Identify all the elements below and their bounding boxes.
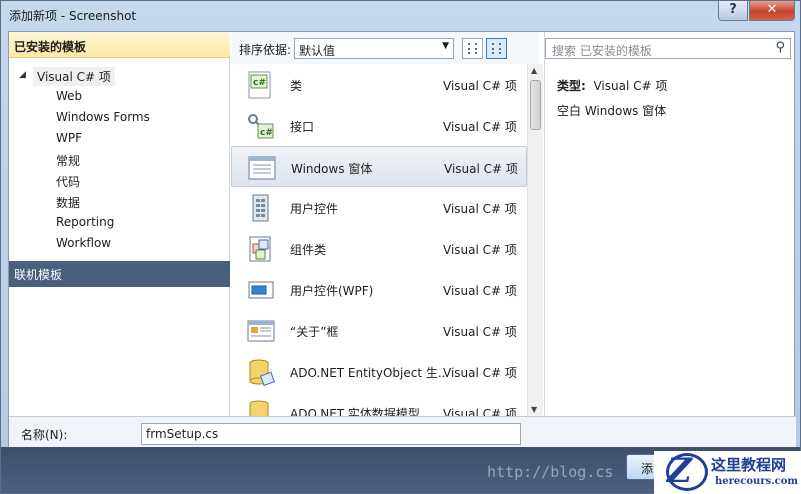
sort-dropdown[interactable]: 默认值 ▼ — [294, 38, 454, 59]
scroll-up-icon[interactable]: ▲ — [531, 66, 537, 75]
name-row: 名称(N): frmSetup.cs — [9, 416, 796, 448]
installed-templates-header[interactable]: 已安装的模板 — [9, 32, 230, 58]
window-title: 添加新项 - Screenshot — [9, 9, 137, 23]
template-name: Windows 窗体 — [291, 162, 373, 176]
template-type: Visual C# 项 — [443, 243, 517, 257]
sort-toolbar: 排序依据: 默认值 ▼ — [231, 32, 539, 64]
template-row[interactable]: 用户控件 Visual C# 项 — [231, 187, 527, 228]
details-view-icon — [492, 43, 501, 54]
wpf-user-control-icon — [248, 281, 274, 299]
logo-letter: Z — [667, 451, 692, 491]
template-name: 类 — [290, 79, 303, 93]
template-name: “关于”框 — [290, 325, 339, 339]
template-row[interactable]: 用户控件(WPF) Visual C# 项 — [231, 269, 527, 310]
category-tree: ◢ Visual C# 项 Web Windows Forms WPF 常规 代… — [9, 65, 230, 254]
svg-text:c#: c# — [260, 128, 273, 138]
dialog-client-area: 已安装的模板 ◢ Visual C# 项 Web Windows Forms W… — [8, 31, 796, 448]
scroll-down-icon[interactable]: ▼ — [531, 405, 537, 414]
template-row[interactable]: c# 接口 Visual C# 项 — [231, 105, 527, 146]
template-type-line: 类型: Visual C# 项 — [557, 74, 667, 99]
tree-item-reporting[interactable]: Reporting — [9, 212, 230, 233]
search-placeholder: 搜索 已安装的模板 — [552, 44, 652, 58]
name-label: 名称(N): — [21, 428, 68, 442]
template-row[interactable]: ADO.NET 实体数据模型 Visual C# 项 — [231, 392, 527, 416]
template-info: 类型: Visual C# 项 空白 Windows 窗体 — [557, 74, 667, 124]
medium-icons-view-button[interactable] — [486, 38, 507, 59]
about-box-icon — [247, 320, 275, 342]
template-row-selected[interactable]: Windows 窗体 Visual C# 项 — [231, 146, 527, 187]
tree-item-wpf[interactable]: WPF — [9, 128, 230, 149]
template-name: 接口 — [290, 120, 315, 134]
template-row[interactable]: “关于”框 Visual C# 项 — [231, 310, 527, 351]
template-type: Visual C# 项 — [443, 407, 517, 416]
template-list-scrollbar[interactable]: ▲ ▼ — [527, 64, 543, 416]
template-type: Visual C# 项 — [443, 325, 517, 339]
name-input[interactable]: frmSetup.cs — [141, 423, 521, 445]
help-button[interactable]: ? — [718, 1, 748, 21]
template-name: 用户控件 — [290, 202, 339, 216]
sort-label: 排序依据: — [239, 43, 292, 57]
watermark-logo: Z 这里教程网 herecours.com — [654, 451, 801, 494]
interface-icon: c# — [248, 114, 274, 139]
entity-object-icon — [249, 359, 275, 387]
template-row[interactable]: 组件类 Visual C# 项 — [231, 228, 527, 269]
template-name: ADO.NET EntityObject 生... — [290, 366, 445, 380]
logo-title: 这里教程网 — [711, 456, 787, 474]
template-name: 组件类 — [290, 243, 327, 257]
type-label: 类型: — [557, 79, 586, 93]
type-value: Visual C# 项 — [593, 79, 668, 93]
chevron-down-icon: ▼ — [442, 41, 449, 51]
close-button[interactable]: ✕ — [749, 1, 795, 21]
template-type: Visual C# 项 — [443, 366, 517, 380]
template-description: 空白 Windows 窗体 — [557, 104, 667, 118]
tree-item-workflow[interactable]: Workflow — [9, 233, 230, 254]
dialog-window: 添加新项 - Screenshot ? ✕ 已安装的模板 ◢ Visual C#… — [0, 0, 801, 494]
watermark-url: http://blog.cs — [487, 463, 614, 481]
component-class-icon — [249, 236, 271, 262]
template-type: Visual C# 项 — [443, 120, 517, 134]
template-name: ADO.NET 实体数据模型 — [290, 407, 420, 416]
template-name: 用户控件(WPF) — [290, 284, 374, 298]
tree-item-data[interactable]: 数据 — [9, 191, 230, 212]
search-input[interactable]: 搜索 已安装的模板 ⚲ — [545, 38, 791, 59]
tree-item-windows-forms[interactable]: Windows Forms — [9, 107, 230, 128]
class-icon: c# — [248, 71, 271, 99]
list-view-icon — [468, 43, 477, 54]
scrollbar-thumb[interactable] — [530, 80, 541, 130]
tree-root-label: Visual C# 项 — [33, 67, 115, 86]
tree-root-item[interactable]: ◢ Visual C# 项 — [9, 65, 230, 86]
template-list: c# 类 Visual C# 项 c# 接口 Visual C# 项 Windo… — [231, 64, 527, 416]
template-row[interactable]: c# 类 Visual C# 项 — [231, 64, 527, 105]
online-templates-header[interactable]: 联机模板 — [9, 261, 230, 287]
template-type: Visual C# 项 — [443, 202, 517, 216]
user-control-icon — [252, 194, 269, 222]
tree-item-code[interactable]: 代码 — [9, 170, 230, 191]
expand-arrow-icon[interactable]: ◢ — [19, 70, 26, 80]
windows-form-icon — [248, 156, 276, 180]
template-type: Visual C# 项 — [443, 284, 517, 298]
tree-item-web[interactable]: Web — [9, 86, 230, 107]
sort-dropdown-value: 默认值 — [299, 44, 336, 58]
template-type: Visual C# 项 — [444, 162, 518, 176]
logo-site: herecours.com — [715, 476, 799, 487]
template-row[interactable]: ADO.NET EntityObject 生... Visual C# 项 — [231, 351, 527, 392]
template-details-pane: 搜索 已安装的模板 ⚲ 类型: Visual C# 项 空白 Windows 窗… — [544, 32, 794, 416]
tree-item-general[interactable]: 常规 — [9, 149, 230, 170]
template-category-pane: 已安装的模板 ◢ Visual C# 项 Web Windows Forms W… — [9, 32, 230, 416]
search-icon[interactable]: ⚲ — [775, 40, 785, 55]
title-bar[interactable]: 添加新项 - Screenshot ? ✕ — [1, 1, 801, 29]
entity-model-icon — [249, 400, 269, 416]
svg-text:c#: c# — [253, 78, 266, 88]
template-type: Visual C# 项 — [443, 79, 517, 93]
small-icons-view-button[interactable] — [462, 38, 483, 59]
